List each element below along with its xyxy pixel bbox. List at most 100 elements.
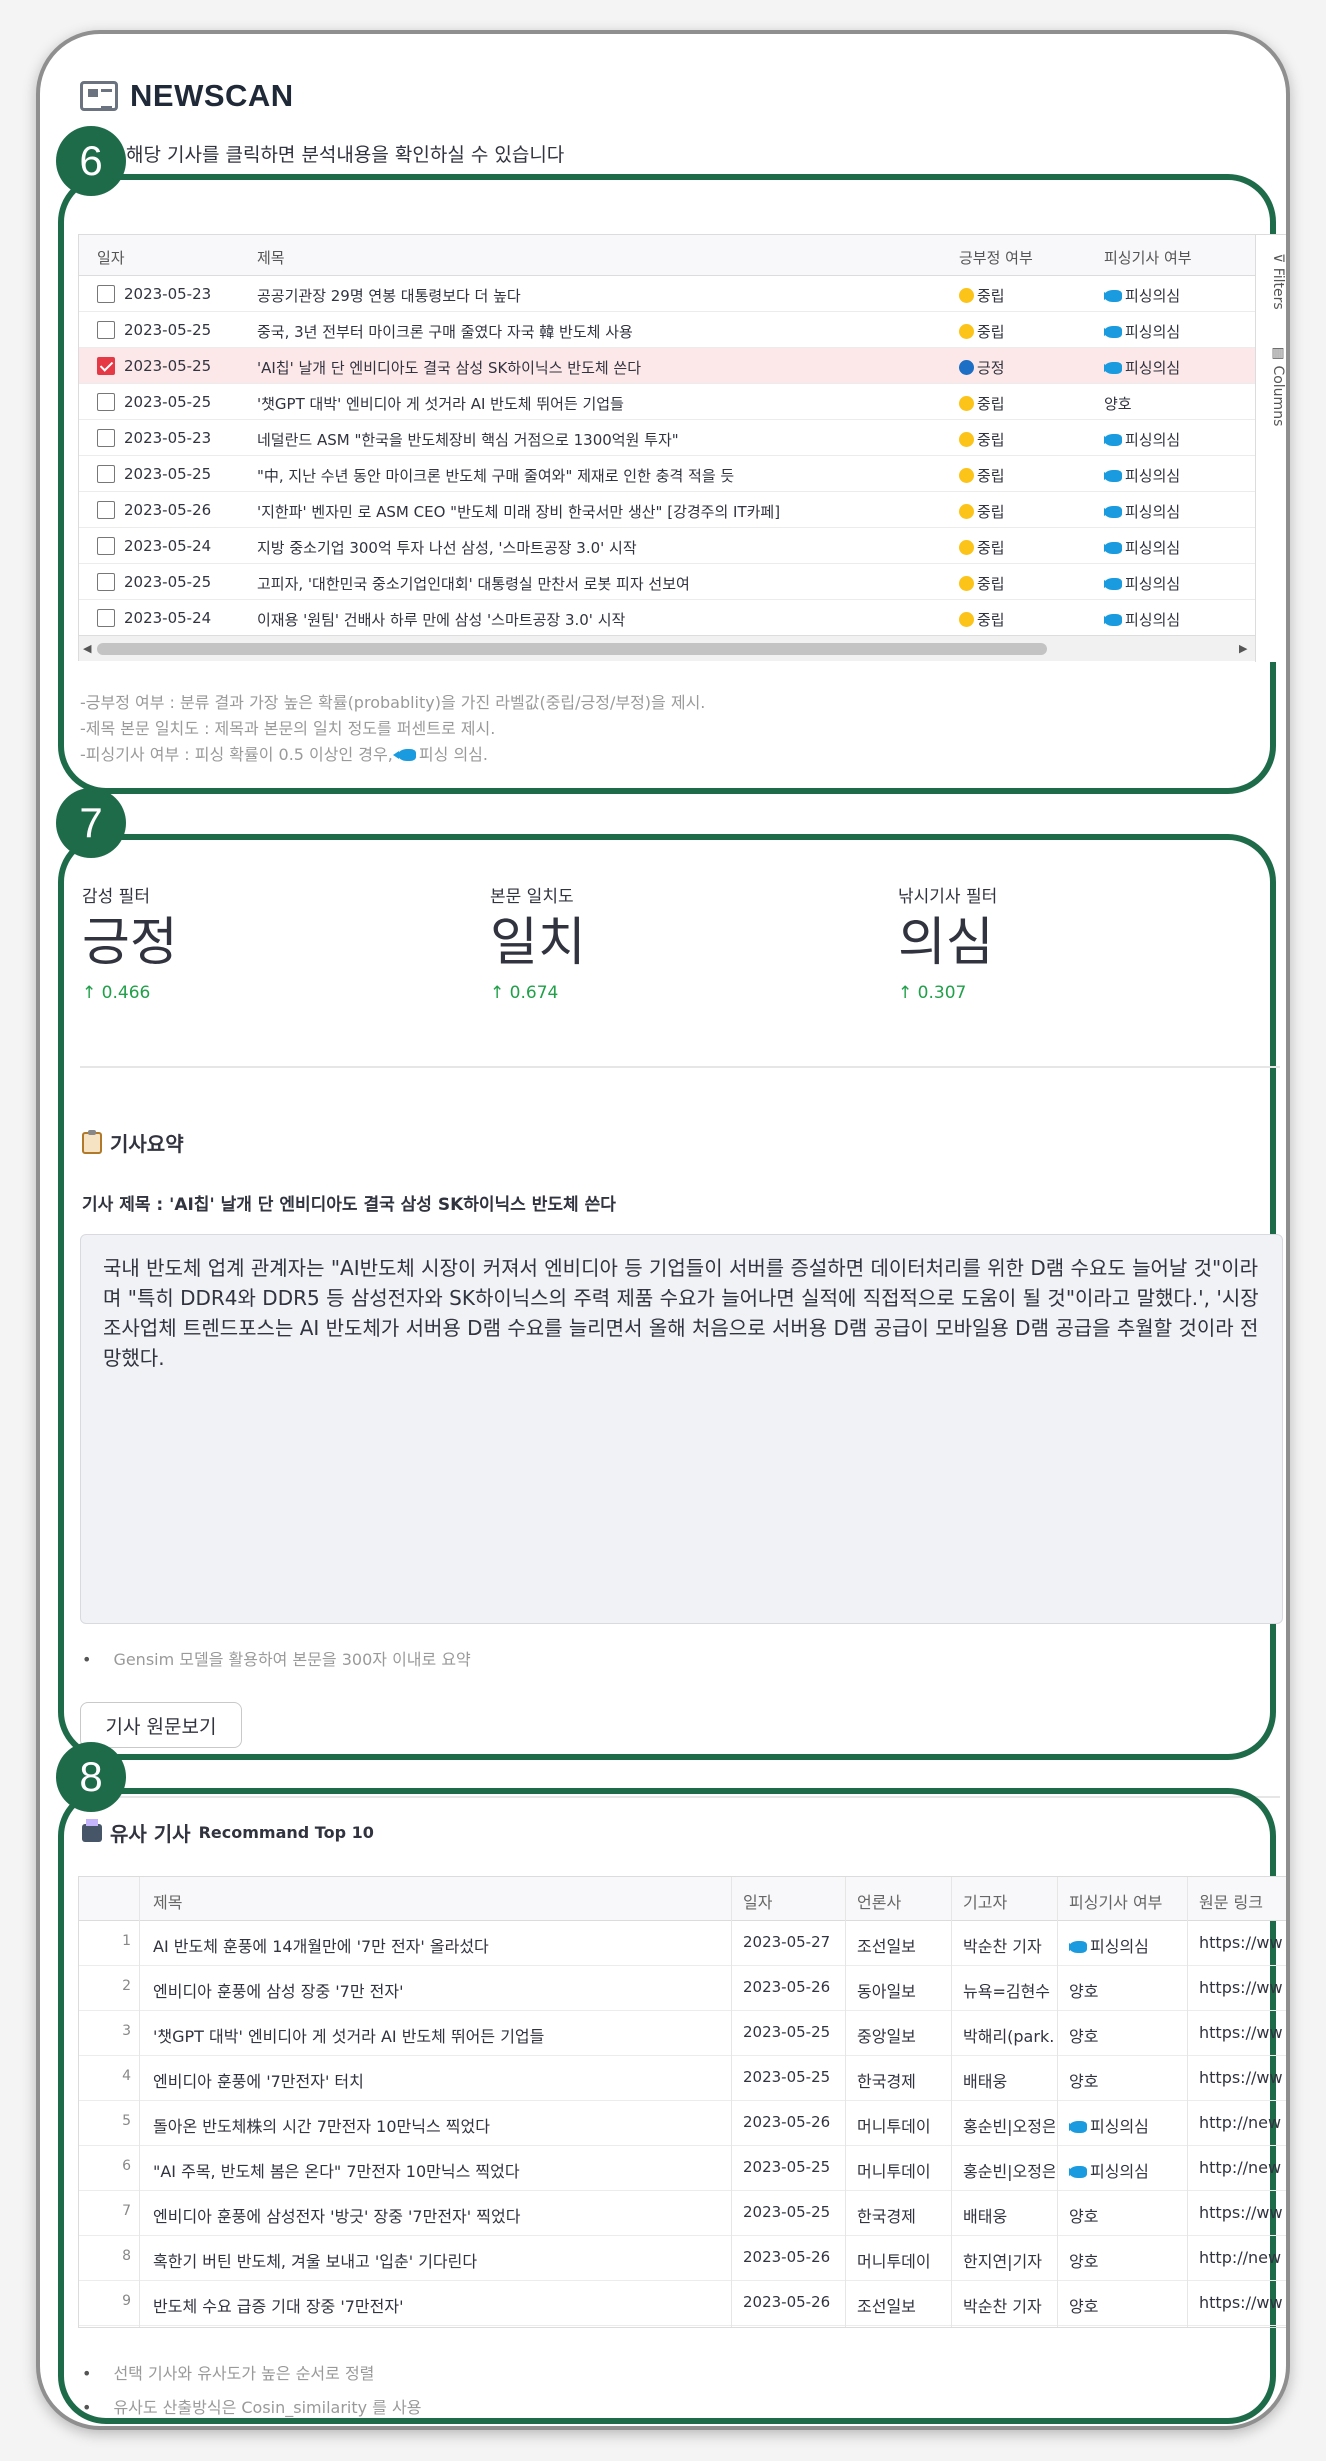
row-title[interactable]: 'AI칩' 날개 단 엔비디아도 결국 삼성 SK하이닉스 반도체 쓴다 (257, 357, 947, 378)
table-row[interactable]: 3 '챗GPT 대박' 엔비디아 게 섯거라 AI 반도체 뛰어든 기업들 2023… (79, 2011, 1286, 2056)
row-phishing: 피싱의심 (1069, 2113, 1185, 2137)
similar-articles-table[interactable]: 제목 일자 언론사 기고자 피싱기사 여부 원문 링크 1 AI 반도체 훈풍에 … (78, 1876, 1286, 2328)
col-header-sentiment[interactable]: 긍부정 여부 (959, 247, 1033, 268)
row-checkbox[interactable] (97, 393, 115, 411)
table-row[interactable]: 6 "AI 주목, 반도체 봄은 온다" 7만전자 10만닉스 찍었다 2023-0… (79, 2146, 1286, 2191)
summary-textarea[interactable]: 국내 반도체 업계 관계자는 "AI반도체 시장이 커져서 엔비디아 등 기업들… (80, 1234, 1283, 1624)
row-link[interactable]: https://ww (1199, 2023, 1286, 2042)
col-header-press[interactable]: 언론사 (857, 1889, 901, 1913)
row-title[interactable]: AI 반도체 훈풍에 14개월만에 '7만 전자' 올라섰다 (153, 1933, 723, 1957)
row-title[interactable]: 반도체 수요 급증 기대 장중 '7만전자' (153, 2293, 723, 2317)
table-row[interactable]: 2023-05-23 공공기관장 29명 연봉 대통령보다 더 높다 중립 피싱의심 (79, 276, 1255, 312)
row-title[interactable]: 네덜란드 ASM "한국을 반도체장비 핵심 거점으로 1300억원 투자" (257, 429, 947, 450)
col-header-reporter[interactable]: 기고자 (963, 1889, 1007, 1913)
row-title[interactable]: 엔비디아 훈풍에 삼성 장중 '7만 전자' (153, 1978, 723, 2002)
table-row[interactable]: 2023-05-25 중국, 3년 전부터 마이크론 구매 줄였다 자국 韓 반도… (79, 312, 1255, 348)
row-checkbox[interactable] (97, 321, 115, 339)
col-divider (1187, 1877, 1188, 2327)
row-checkbox[interactable] (97, 501, 115, 519)
table-row[interactable]: 9 반도체 수요 급증 기대 장중 '7만전자' 2023-05-26 조선일보 박순찬… (79, 2281, 1286, 2326)
row-reporter: 한지연|기자 (963, 2252, 1042, 2271)
row-date: 2023-05-25 (124, 321, 212, 339)
row-index: 5 (122, 2113, 131, 2129)
row-title[interactable]: 혹한기 버틴 반도체, 겨울 보내고 '입춘' 기다린다 (153, 2248, 723, 2272)
table-row[interactable]: 2023-05-25 "中, 지난 수년 동안 마이크론 반도체 구매 줄여와" … (79, 456, 1255, 492)
scroll-right-icon[interactable]: ▶ (1239, 642, 1247, 655)
row-press: 조선일보 (857, 2297, 916, 2316)
row-link[interactable]: https://ww (1199, 2203, 1286, 2222)
table-row[interactable]: 8 혹한기 버틴 반도체, 겨울 보내고 '입춘' 기다린다 2023-05-26 머… (79, 2236, 1286, 2281)
view-original-button[interactable]: 기사 원문보기 (80, 1702, 242, 1748)
row-checkbox[interactable] (97, 357, 115, 375)
col-header-date[interactable]: 일자 (97, 247, 125, 268)
sentiment-dot-icon (959, 468, 974, 483)
table-row[interactable]: 4 엔비디아 훈풍에 '7만전자' 터치 2023-05-25 한국경제 배태웅 양호 ht… (79, 2056, 1286, 2101)
metric-label: 감성 필터 (82, 887, 150, 907)
row-checkbox[interactable] (97, 609, 115, 627)
fish-icon (1069, 2121, 1087, 2133)
col-header-link[interactable]: 원문 링크 (1199, 1889, 1263, 1913)
col-header-phishing[interactable]: 피싱기사 여부 (1069, 1889, 1162, 1913)
row-link[interactable]: https://ww (1199, 2068, 1286, 2087)
row-phishing: 피싱의심 (1104, 501, 1254, 522)
row-link[interactable]: https://ww (1199, 2293, 1286, 2312)
table-row[interactable]: 2023-05-25 '챗GPT 대박' 엔비디아 게 섯거라 AI 반도체 뛰어… (79, 384, 1255, 420)
row-phishing: 피싱의심 (1069, 2158, 1185, 2182)
row-checkbox[interactable] (97, 429, 115, 447)
row-title[interactable]: 엔비디아 훈풍에 '7만전자' 터치 (153, 2068, 723, 2092)
table-row[interactable]: 2023-05-25 고피자, '대한민국 중소기업인대회' 대통령실 만찬서 로… (79, 564, 1255, 600)
row-title[interactable]: 돌아온 반도체株의 시간 7만전자 10만닉스 찍었다 (153, 2113, 723, 2137)
table-row[interactable]: 2023-05-24 지방 중소기업 300억 투자 나선 삼성, '스마트공장 … (79, 528, 1255, 564)
horizontal-scrollbar[interactable]: ◀ ▶ (79, 635, 1255, 661)
table-row[interactable]: 2023-05-26 '지한파' 벤자민 로 ASM CEO "반도체 미래 장비… (79, 492, 1255, 528)
row-sentiment: 중립 (959, 393, 1094, 414)
table-row[interactable]: 2023-05-23 네덜란드 ASM "한국을 반도체장비 핵심 거점으로 13… (79, 420, 1255, 456)
row-link[interactable]: http://new (1199, 2113, 1286, 2132)
col-divider (139, 1877, 140, 2327)
articles-grid[interactable]: 일자 제목 긍부정 여부 피싱기사 여부 2023-05-23 공공기관장 29명… (78, 234, 1286, 662)
col-header-title[interactable]: 제목 (153, 1889, 182, 1913)
scrollbar-thumb[interactable] (97, 643, 1047, 655)
columns-tab[interactable]: ▥ Columns (1270, 345, 1286, 426)
row-sentiment: 중립 (959, 285, 1094, 306)
table-row[interactable]: 5 돌아온 반도체株의 시간 7만전자 10만닉스 찍었다 2023-05-26 머니… (79, 2101, 1286, 2146)
row-title[interactable]: 중국, 3년 전부터 마이크론 구매 줄였다 자국 韓 반도체 사용 (257, 321, 947, 342)
table-row[interactable]: 2023-05-24 이재용 '원팀' 건배사 하루 만에 삼성 '스마트공장 3… (79, 600, 1255, 636)
row-press: 한국경제 (857, 2207, 916, 2226)
table-row[interactable]: 2 엔비디아 훈풍에 삼성 장중 '7만 전자' 2023-05-26 동아일보 뉴욕=… (79, 1966, 1286, 2011)
metric-sentiment: 감성 필터 긍정 ↑ 0.466 (82, 882, 178, 1003)
row-checkbox[interactable] (97, 573, 115, 591)
row-title[interactable]: '지한파' 벤자민 로 ASM CEO "반도체 미래 장비 한국서만 생산" … (257, 501, 947, 522)
scroll-left-icon[interactable]: ◀ (83, 642, 91, 655)
row-link[interactable]: https://ww (1199, 1933, 1286, 1952)
row-title[interactable]: 엔비디아 훈풍에 삼성전자 '방긋' 장중 '7만전자' 찍었다 (153, 2203, 723, 2227)
row-link[interactable]: https://ww (1199, 1978, 1286, 1997)
row-index: 1 (122, 1933, 131, 1949)
row-phishing: 양호 (1104, 395, 1132, 413)
col-header-date[interactable]: 일자 (743, 1889, 772, 1913)
row-title[interactable]: 공공기관장 29명 연봉 대통령보다 더 높다 (257, 285, 947, 306)
table-row[interactable]: 1 AI 반도체 훈풍에 14개월만에 '7만 전자' 올라섰다 2023-05-2… (79, 1921, 1286, 1966)
row-title[interactable]: 이재용 '원팀' 건배사 하루 만에 삼성 '스마트공장 3.0' 시작 (257, 609, 947, 630)
filters-tab[interactable]: ⊽ Filters (1270, 253, 1286, 310)
table-row[interactable]: 7 엔비디아 훈풍에 삼성전자 '방긋' 장중 '7만전자' 찍었다 2023-05… (79, 2191, 1286, 2236)
row-date: 2023-05-24 (124, 609, 212, 627)
row-link[interactable]: http://new (1199, 2248, 1286, 2267)
row-link[interactable]: http://new (1199, 2158, 1286, 2177)
divider (80, 1066, 1280, 1068)
row-checkbox[interactable] (97, 465, 115, 483)
row-checkbox[interactable] (97, 537, 115, 555)
row-title[interactable]: '챗GPT 대박' 엔비디아 게 섯거라 AI 반도체 뛰어든 기업들 (153, 2023, 723, 2047)
sentiment-dot-icon (959, 612, 974, 627)
row-phishing: 양호 (1069, 1982, 1099, 2001)
row-title[interactable]: "中, 지난 수년 동안 마이크론 반도체 구매 줄여와" 제재로 인한 충격 … (257, 465, 947, 486)
col-header-phishing[interactable]: 피싱기사 여부 (1104, 247, 1192, 268)
row-title[interactable]: '챗GPT 대박' 엔비디아 게 섯거라 AI 반도체 뛰어든 기업들 (257, 393, 947, 414)
col-header-title[interactable]: 제목 (257, 247, 285, 268)
row-checkbox[interactable] (97, 285, 115, 303)
row-title[interactable]: "AI 주목, 반도체 봄은 온다" 7만전자 10만닉스 찍었다 (153, 2158, 723, 2182)
row-title[interactable]: 고피자, '대한민국 중소기업인대회' 대통령실 만찬서 로봇 피자 선보여 (257, 573, 947, 594)
row-index: 6 (122, 2158, 131, 2174)
table-row[interactable]: 2023-05-25 'AI칩' 날개 단 엔비디아도 결국 삼성 SK하이닉스 … (79, 348, 1255, 384)
row-title[interactable]: 지방 중소기업 300억 투자 나선 삼성, '스마트공장 3.0' 시작 (257, 537, 947, 558)
